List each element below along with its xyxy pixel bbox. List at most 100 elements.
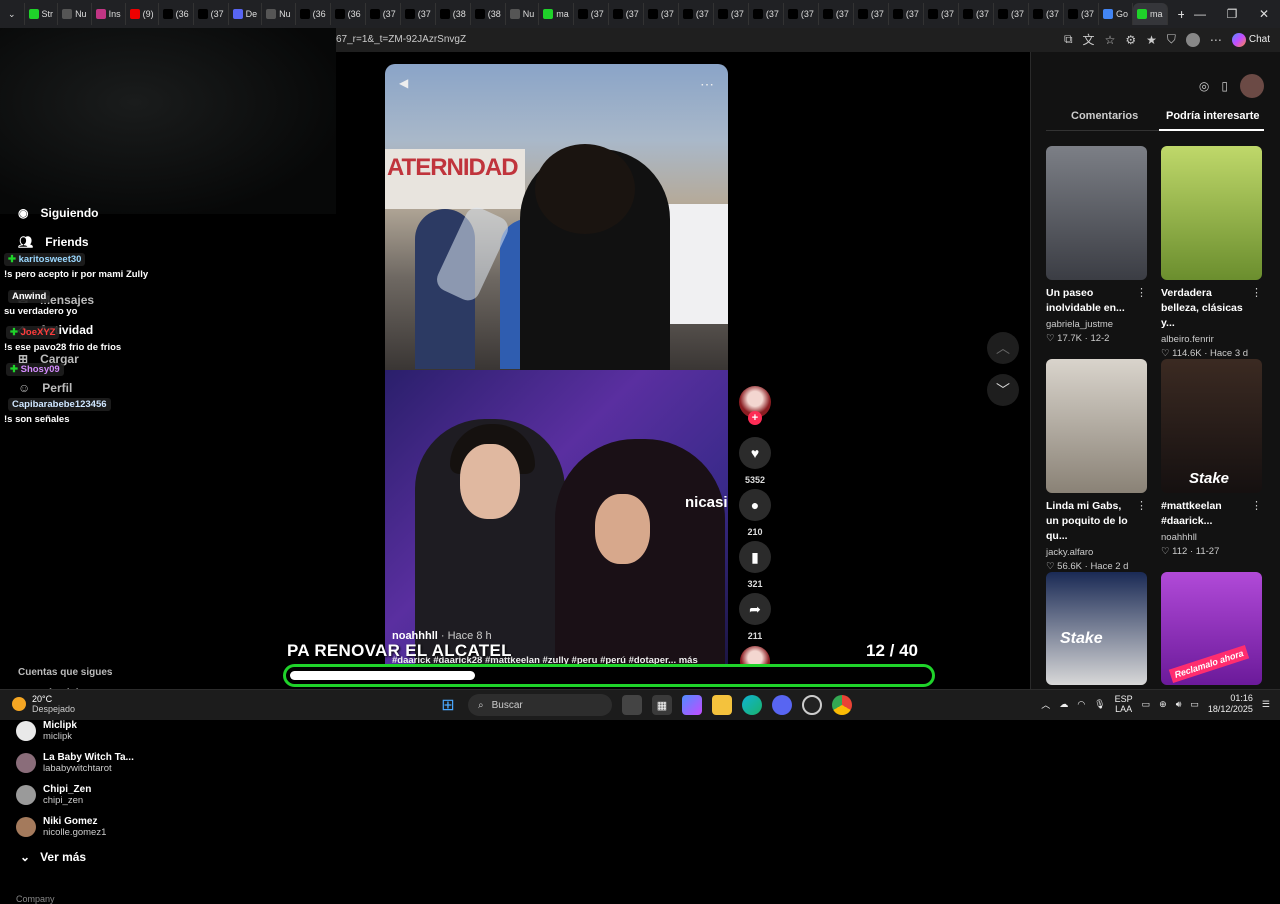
network-icon[interactable]: ⊕	[1159, 699, 1167, 710]
browser-tab[interactable]: (37	[959, 3, 994, 25]
like-button[interactable]: ♥ 5352	[738, 437, 772, 485]
store-icon[interactable]: ▦	[652, 695, 672, 715]
browser-tab[interactable]: (37	[644, 3, 679, 25]
favorites-icon[interactable]: ★	[1146, 33, 1157, 47]
chevron-up-icon[interactable]: ︿	[1041, 698, 1050, 711]
browser-tab[interactable]: (38	[471, 3, 506, 25]
volume-icon[interactable]: ◀	[399, 76, 408, 90]
company-link[interactable]: Company	[16, 894, 55, 904]
video-thumbnail[interactable]	[1046, 146, 1147, 280]
browser-tab[interactable]: (37	[1064, 3, 1100, 25]
restore-icon[interactable]: ❐	[1216, 0, 1248, 28]
following-account[interactable]: Miclipk miclipk	[16, 720, 77, 742]
share-button[interactable]: ➦ 211	[738, 593, 772, 641]
following-account[interactable]: Chipi_Zen chipi_zen	[16, 784, 91, 806]
more-options-icon[interactable]: ⋮	[1136, 499, 1147, 512]
save-button[interactable]: ▮ 321	[738, 541, 772, 589]
favorite-star-icon[interactable]: ☆	[1105, 33, 1116, 47]
weather-widget[interactable]: 20°C Despejado	[12, 694, 75, 714]
copilot-icon[interactable]	[682, 695, 702, 715]
video-title[interactable]: #mattkeelan #daarick...	[1161, 499, 1249, 529]
following-account[interactable]: Niki Gomez nicolle.gomez1	[16, 816, 106, 838]
browser-tab[interactable]: (37	[366, 3, 401, 25]
browser-tab[interactable]: (37	[194, 3, 229, 25]
profile-avatar-icon[interactable]	[1185, 32, 1200, 47]
suggested-video-card[interactable]: Un paseo inolvidable en... ⋮ gabriela_just…	[1046, 146, 1147, 344]
minimize-icon[interactable]: —	[1184, 0, 1216, 28]
browser-tab[interactable]: (36	[159, 3, 194, 25]
suggested-video-card[interactable]: Stake	[1046, 572, 1147, 685]
browser-tab[interactable]: (37	[574, 3, 609, 25]
notifications-icon[interactable]: ☰	[1262, 699, 1270, 710]
translate-icon[interactable]: 文	[1083, 31, 1095, 48]
comment-button[interactable]: ● 210	[738, 489, 772, 537]
browser-tab[interactable]: Ins	[92, 3, 126, 25]
video-thumbnail[interactable]	[1161, 146, 1262, 280]
nav-profile[interactable]: ☺ Perfil	[18, 381, 72, 395]
browser-tab[interactable]: (37	[924, 3, 959, 25]
more-options-icon[interactable]: ⋯	[700, 76, 714, 93]
browser-tab[interactable]: Nu	[262, 3, 296, 25]
discord-icon[interactable]	[772, 695, 792, 715]
phone-icon[interactable]: ▯	[1221, 79, 1228, 93]
video-author[interactable]: gabriela_justme	[1046, 319, 1147, 330]
video-author[interactable]: jacky.alfaro	[1046, 547, 1147, 558]
battery-icon[interactable]: ▭	[1190, 699, 1199, 710]
video-thumbnail[interactable]	[1046, 359, 1147, 493]
browser-tab[interactable]: Nu	[506, 3, 540, 25]
see-more-button[interactable]: ⌄ Ver más	[20, 850, 86, 864]
video-player[interactable]: ATERNIDAD nicasin ◀ ⋯	[385, 64, 728, 676]
video-thumbnail[interactable]: Reclamalo ahora	[1161, 572, 1262, 685]
nav-following[interactable]: ◉ Siguiendo	[18, 206, 98, 220]
video-author[interactable]: noahhhll	[1161, 532, 1262, 543]
following-account[interactable]: La Baby Witch Ta... lababywitchtarot	[16, 752, 134, 774]
shield-icon[interactable]: ⛉	[1167, 32, 1176, 47]
chevron-down-icon[interactable]: ﹀	[987, 374, 1019, 406]
browser-tab[interactable]: Go	[1099, 3, 1134, 25]
browser-tab[interactable]: (37	[609, 3, 644, 25]
edge-browser-icon[interactable]	[742, 695, 762, 715]
tab-suggestions[interactable]: Podría interesarte	[1166, 110, 1260, 122]
clock[interactable]: 01:16 18/12/2025	[1208, 693, 1253, 715]
suggested-video-card[interactable]: Stake #mattkeelan #daarick... ⋮ noahhhll ♡ 1…	[1161, 359, 1262, 557]
explore-icon[interactable]: ◎	[1199, 79, 1209, 93]
browser-tab[interactable]: (37	[889, 3, 924, 25]
file-explorer-icon[interactable]	[712, 695, 732, 715]
browser-tab[interactable]: (37	[714, 3, 749, 25]
copilot-chat-button[interactable]: Chat	[1231, 32, 1270, 47]
onedrive-icon[interactable]: ☁	[1059, 699, 1068, 710]
tab-list-button[interactable]: ⌄	[0, 3, 25, 25]
video-title[interactable]: Linda mi Gabs, un poquito de lo qu...	[1046, 499, 1134, 544]
video-thumbnail[interactable]: Stake	[1161, 359, 1262, 493]
url-field[interactable]: 67_r=1&_t=ZM-92JAzrSnvgZ	[336, 34, 466, 45]
microphone-icon[interactable]: 🎙︎	[1094, 699, 1105, 710]
video-thumbnail[interactable]: Stake	[1046, 572, 1147, 685]
browser-tab[interactable]: (38	[436, 3, 471, 25]
browser-tab[interactable]: Nu	[58, 3, 92, 25]
browser-tab[interactable]: ma	[539, 3, 574, 25]
chrome-icon[interactable]	[832, 695, 852, 715]
browser-tab[interactable]: (36	[296, 3, 331, 25]
volume-icon[interactable]: 🔊︎	[1176, 699, 1182, 710]
browser-tab[interactable]: Str	[25, 3, 59, 25]
wifi-icon[interactable]: ◠	[1077, 699, 1085, 710]
taskbar-search[interactable]: ⌕ Buscar	[468, 694, 612, 716]
browser-tab[interactable]: (37	[679, 3, 714, 25]
extension-icon[interactable]: ⚙	[1125, 33, 1136, 47]
tab-comments[interactable]: Comentarios	[1071, 110, 1138, 122]
close-icon[interactable]: ✕	[1248, 0, 1280, 28]
language-indicator[interactable]: ESP LAA	[1115, 694, 1133, 714]
obs-icon[interactable]	[802, 695, 822, 715]
display-icon[interactable]: ▭	[1142, 699, 1151, 710]
more-options-icon[interactable]: ⋮	[1251, 286, 1262, 299]
nav-friends[interactable]: 👥︎ Friends	[18, 235, 89, 249]
video-title[interactable]: Un paseo inolvidable en...	[1046, 286, 1134, 316]
browser-tab[interactable]: (37	[401, 3, 436, 25]
video-author[interactable]: albeiro.fenrir	[1161, 334, 1262, 345]
more-menu-icon[interactable]: ⋯	[1210, 33, 1222, 47]
task-view-icon[interactable]	[622, 695, 642, 715]
browser-tab[interactable]: ma	[1133, 3, 1168, 25]
chevron-up-icon[interactable]: ︿	[987, 332, 1019, 364]
more-options-icon[interactable]: ⋮	[1136, 286, 1147, 299]
follow-plus-icon[interactable]: +	[748, 411, 762, 425]
